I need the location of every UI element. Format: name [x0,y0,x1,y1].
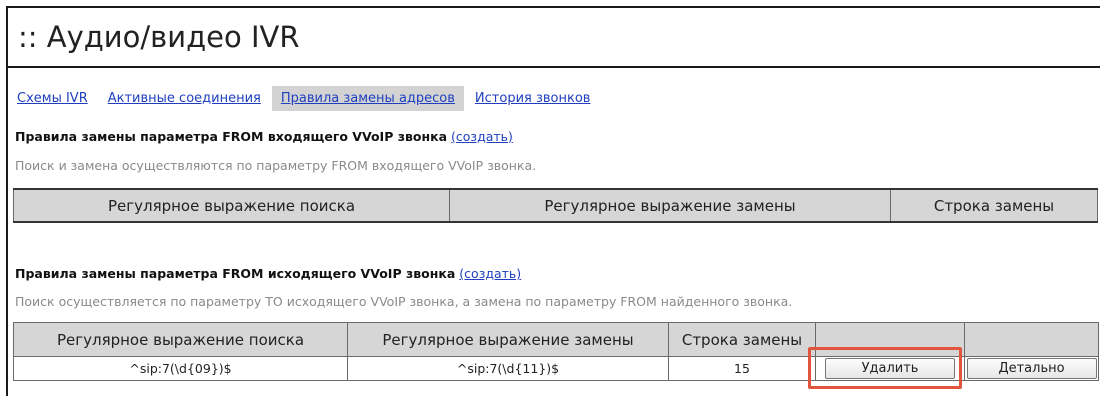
cell-search-regex: ^sip:7(\d{09})$ [13,356,348,381]
incoming-rules-table: Регулярное выражение поиска Регулярное в… [13,188,1098,223]
tab-address-rules[interactable]: Правила замены адресов [271,86,464,111]
column-header-replace: Регулярное выражение замены [449,188,891,223]
tab-active-connections[interactable]: Активные соединения [99,86,270,111]
column-header-string: Строка замены [890,188,1098,223]
tab-bar: Схемы IVR Активные соединения Правила за… [8,86,601,111]
column-header-action-2 [964,322,1099,357]
column-header-search: Регулярное выражение поиска [13,322,348,357]
column-header-replace: Регулярное выражение замены [347,322,669,357]
cell-replace-regex: ^sip:7(\d{11})$ [347,356,669,381]
column-header-search: Регулярное выражение поиска [13,188,450,223]
outgoing-description: Поиск осуществляется по параметру TO исх… [15,294,793,309]
details-button[interactable]: Детально [966,358,1097,379]
ivr-panel: :: Аудио/видео IVR Схемы IVR Активные со… [6,6,1100,396]
incoming-title-text: Правила замены параметра FROM входящего … [15,129,448,144]
tab-call-history[interactable]: История звонков [466,86,600,111]
highlight-box [808,347,962,389]
cell-replace-string: 15 [668,356,816,381]
tab-ivr-schemes[interactable]: Схемы IVR [8,86,97,111]
outgoing-title-text: Правила замены параметра FROM исходящего… [15,266,456,281]
page-title: :: Аудио/видео IVR [8,8,1100,68]
incoming-create-link[interactable]: (создать) [451,129,513,144]
cell-details: Детально [964,356,1099,381]
outgoing-section-title: Правила замены параметра FROM исходящего… [15,266,521,281]
incoming-section-title: Правила замены параметра FROM входящего … [15,129,513,144]
column-header-string: Строка замены [668,322,816,357]
incoming-description: Поиск и замена осуществляются по парамет… [15,158,537,173]
outgoing-create-link[interactable]: (создать) [459,266,521,281]
